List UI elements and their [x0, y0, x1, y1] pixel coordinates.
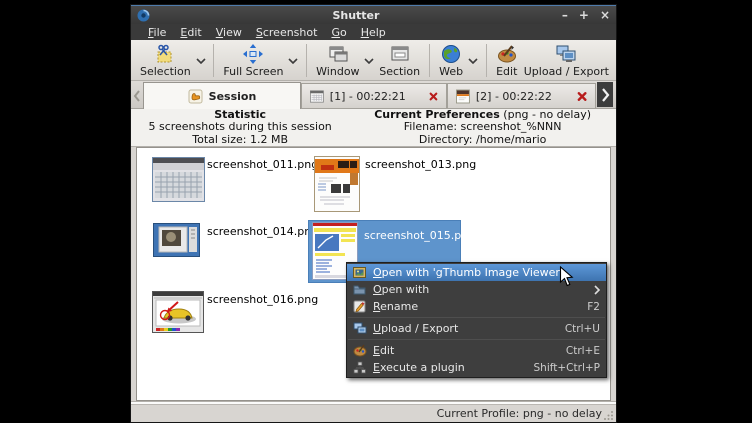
- menu-edit[interactable]: Edit: [173, 26, 208, 39]
- tab-scroll-left-icon[interactable]: [131, 84, 143, 108]
- menu-separator: [348, 317, 605, 318]
- tab-session-label: Session: [209, 90, 257, 103]
- mouse-cursor: [559, 266, 574, 287]
- file-label-selected[interactable]: screenshot_015.png: [364, 229, 475, 242]
- menu-item-execute-plugin[interactable]: Execute a plugin Shift+Ctrl+P: [347, 359, 606, 376]
- current-preferences-title: Current Preferences: [374, 108, 500, 121]
- tab-bar: Session [1] - 00:22:21: [131, 81, 616, 109]
- close-button[interactable]: ×: [600, 9, 610, 21]
- window-capture-button[interactable]: Window: [313, 41, 362, 80]
- statistic-count: 5 screenshots during this session: [131, 121, 349, 134]
- window-title: Shutter: [150, 9, 562, 22]
- section-capture-button[interactable]: Section: [376, 41, 423, 80]
- shutter-logo-icon: [137, 9, 150, 22]
- menu-separator: [348, 339, 605, 340]
- title-bar[interactable]: Shutter – + ×: [131, 5, 616, 24]
- selection-capture-icon: [154, 43, 176, 65]
- session-tab-icon: [188, 89, 203, 104]
- status-bar: Current Profile: png - no delay: [131, 404, 616, 422]
- toolbar-separator: [429, 44, 430, 77]
- toolbar-separator: [486, 44, 487, 77]
- selection-dropdown-chevron-icon[interactable]: [194, 41, 208, 80]
- menu-item-edit[interactable]: Edit Ctrl+E: [347, 342, 606, 359]
- open-with-folder-icon: [352, 283, 367, 296]
- rename-pencil-icon: [352, 300, 367, 313]
- web-capture-button[interactable]: Web: [436, 41, 466, 80]
- tab-1-thumbnail-icon: [310, 89, 324, 104]
- menu-file[interactable]: File: [141, 26, 173, 39]
- shortcut-label: Ctrl+U: [565, 323, 600, 335]
- tab-screenshot-1[interactable]: [1] - 00:22:21: [301, 83, 447, 108]
- upload-export-button[interactable]: Upload / Export: [521, 41, 612, 80]
- plugin-diagram-icon: [352, 361, 367, 374]
- toolbar-separator: [306, 44, 307, 77]
- shortcut-label: Shift+Ctrl+P: [534, 362, 600, 374]
- file-label[interactable]: screenshot_013.png: [365, 158, 476, 171]
- tab-scroll-right-icon[interactable]: [597, 82, 613, 107]
- tab-2-label: [2] - 00:22:22: [476, 90, 552, 103]
- resize-grip[interactable]: [604, 410, 614, 420]
- tab-1-label: [1] - 00:22:21: [330, 90, 406, 103]
- tab-2-thumbnail-icon: [456, 89, 470, 104]
- menu-item-upload-export[interactable]: Upload / Export Ctrl+U: [347, 320, 606, 337]
- edit-button[interactable]: Edit: [493, 41, 521, 80]
- screenshot-013-thumbnail[interactable]: [314, 156, 360, 212]
- upload-export-icon: [555, 43, 577, 65]
- menu-go[interactable]: Go: [324, 26, 353, 39]
- upload-export-icon: [352, 322, 367, 335]
- screenshot-014-thumbnail[interactable]: [153, 223, 200, 257]
- capture-toolbar: Selection Full Screen: [131, 40, 616, 81]
- selection-capture-button[interactable]: Selection: [137, 41, 194, 80]
- web-dropdown-chevron-icon[interactable]: [466, 41, 480, 80]
- tab-screenshot-2[interactable]: [2] - 00:22:22: [447, 83, 596, 108]
- desktop-background: Shutter – + × File Edit View Screenshot …: [0, 0, 752, 423]
- fullscreen-dropdown-chevron-icon[interactable]: [287, 41, 301, 80]
- submenu-arrow-icon: [594, 285, 600, 295]
- preferences-directory: Directory: /home/mario: [349, 134, 616, 147]
- maximize-button[interactable]: +: [579, 9, 589, 21]
- edit-palette-icon: [352, 344, 367, 357]
- current-preferences-profile: (png - no delay): [500, 108, 591, 121]
- window-capture-icon: [327, 43, 349, 65]
- menu-screenshot[interactable]: Screenshot: [249, 26, 325, 39]
- file-label[interactable]: screenshot_014.png: [207, 225, 318, 238]
- minimize-button[interactable]: –: [562, 9, 568, 21]
- window-dropdown-chevron-icon[interactable]: [363, 41, 377, 80]
- tab-1-close-icon[interactable]: [429, 91, 438, 102]
- tab-session[interactable]: Session: [143, 82, 301, 109]
- menu-bar: File Edit View Screenshot Go Help: [131, 24, 616, 40]
- tab-2-close-icon[interactable]: [577, 91, 587, 102]
- screenshot-011-thumbnail[interactable]: [152, 157, 205, 202]
- section-capture-icon: [389, 43, 411, 65]
- menu-view[interactable]: View: [209, 26, 249, 39]
- shortcut-label: F2: [587, 301, 600, 313]
- web-capture-icon: [440, 43, 462, 65]
- menu-help[interactable]: Help: [354, 26, 393, 39]
- file-label[interactable]: screenshot_016.png: [207, 293, 318, 306]
- toolbar-separator: [213, 44, 214, 77]
- gthumb-icon: [352, 266, 367, 279]
- current-profile-status: Current Profile: png - no delay: [437, 407, 602, 420]
- file-label[interactable]: screenshot_011.png: [207, 158, 318, 171]
- preferences-filename: Filename: screenshot_%NNN: [349, 121, 616, 134]
- edit-icon: [496, 43, 518, 65]
- session-statistics-panel: Statistic 5 screenshots during this sess…: [131, 109, 616, 147]
- menu-item-rename[interactable]: Rename F2: [347, 298, 606, 315]
- shortcut-label: Ctrl+E: [566, 345, 600, 357]
- fullscreen-capture-button[interactable]: Full Screen: [220, 41, 286, 80]
- fullscreen-capture-icon: [242, 43, 264, 65]
- statistic-title: Statistic: [214, 108, 266, 121]
- screenshot-016-thumbnail[interactable]: [152, 291, 204, 333]
- statistic-total-size: Total size: 1.2 MB: [131, 134, 349, 147]
